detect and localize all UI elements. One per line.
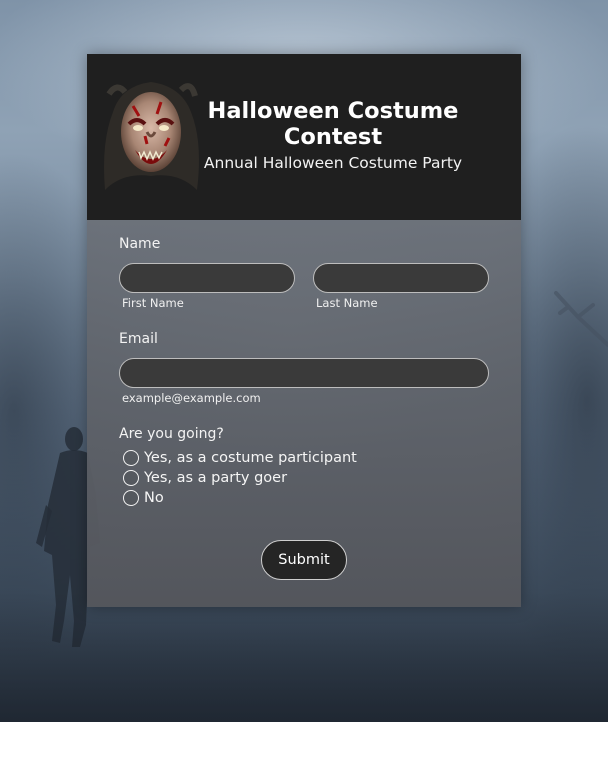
page-title: Halloween Costume Contest bbox=[207, 98, 459, 150]
card-header: Halloween Costume Contest Annual Hallowe… bbox=[87, 54, 521, 220]
monster-mask-icon bbox=[104, 82, 199, 190]
radio-button[interactable] bbox=[123, 470, 139, 486]
ground-shadow bbox=[0, 592, 608, 722]
email-label: Email bbox=[119, 331, 158, 347]
first-name-hint: First Name bbox=[122, 296, 184, 310]
email-input[interactable] bbox=[119, 358, 489, 388]
radio-button[interactable] bbox=[123, 490, 139, 506]
submit-button[interactable]: Submit bbox=[261, 540, 347, 580]
radio-label: Yes, as a costume participant bbox=[144, 450, 357, 466]
page-subtitle: Annual Halloween Costume Party bbox=[203, 154, 463, 172]
radio-button[interactable] bbox=[123, 450, 139, 466]
radio-option-costume-participant[interactable]: Yes, as a costume participant bbox=[123, 450, 357, 466]
going-label: Are you going? bbox=[119, 426, 224, 442]
radio-label: No bbox=[144, 490, 164, 506]
registration-card: Halloween Costume Contest Annual Hallowe… bbox=[87, 54, 521, 607]
last-name-input[interactable] bbox=[313, 263, 489, 293]
tree-branch-silhouette bbox=[554, 291, 608, 347]
radio-option-party-goer[interactable]: Yes, as a party goer bbox=[123, 470, 287, 486]
radio-option-no[interactable]: No bbox=[123, 490, 164, 506]
email-hint: example@example.com bbox=[122, 391, 261, 405]
name-label: Name bbox=[119, 236, 161, 252]
first-name-input[interactable] bbox=[119, 263, 295, 293]
radio-label: Yes, as a party goer bbox=[144, 470, 288, 486]
last-name-hint: Last Name bbox=[316, 296, 378, 310]
